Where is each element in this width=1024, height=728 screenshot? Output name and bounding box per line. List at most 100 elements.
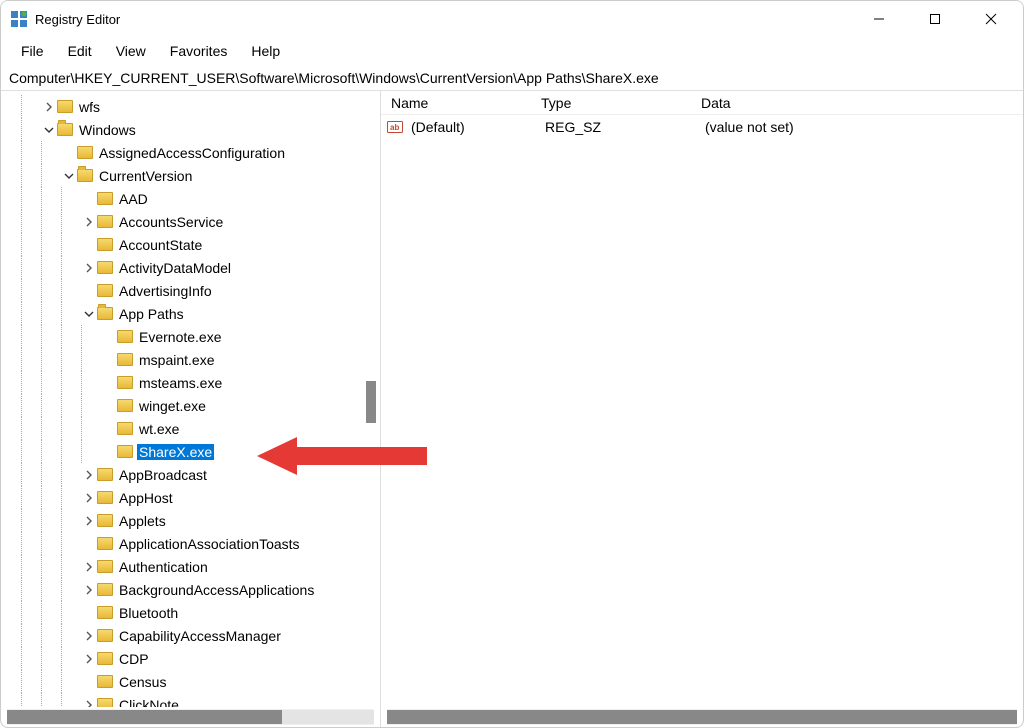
tree-node[interactable]: AdvertisingInfo bbox=[1, 279, 380, 302]
tree-view[interactable]: wfs Windows AssignedAccessConfiguration Cur… bbox=[1, 91, 380, 707]
caret-none bbox=[101, 352, 117, 368]
tree-node-label[interactable]: Census bbox=[117, 674, 168, 690]
tree-node-label[interactable]: Evernote.exe bbox=[137, 329, 224, 345]
tree-node-label[interactable]: Applets bbox=[117, 513, 168, 529]
tree-node-label[interactable]: ShareX.exe bbox=[137, 444, 214, 460]
tree-node[interactable]: AppHost bbox=[1, 486, 380, 509]
caret-closed-icon[interactable] bbox=[81, 582, 97, 598]
tree-node[interactable]: AccountsService bbox=[1, 210, 380, 233]
tree-node-label[interactable]: CDP bbox=[117, 651, 151, 667]
tree-node[interactable]: Census bbox=[1, 670, 380, 693]
tree-node-label[interactable]: ApplicationAssociationToasts bbox=[117, 536, 302, 552]
folder-icon bbox=[97, 215, 113, 228]
tree-node-label[interactable]: CapabilityAccessManager bbox=[117, 628, 283, 644]
tree-node-label[interactable]: Authentication bbox=[117, 559, 210, 575]
caret-none bbox=[81, 237, 97, 253]
tree-node-label[interactable]: wt.exe bbox=[137, 421, 181, 437]
tree-node[interactable]: ShareX.exe bbox=[1, 440, 380, 463]
tree-node[interactable]: AAD bbox=[1, 187, 380, 210]
tree-node-label[interactable]: AccountsService bbox=[117, 214, 225, 230]
tree-node-label[interactable]: AppHost bbox=[117, 490, 175, 506]
tree-node[interactable]: App Paths bbox=[1, 302, 380, 325]
value-hscrollbar[interactable] bbox=[387, 709, 1017, 725]
col-type[interactable]: Type bbox=[537, 95, 697, 111]
tree-hscrollbar[interactable] bbox=[7, 709, 374, 725]
tree-node[interactable]: ActivityDataModel bbox=[1, 256, 380, 279]
value-list[interactable]: ab (Default) REG_SZ (value not set) bbox=[381, 115, 1023, 707]
caret-closed-icon[interactable] bbox=[41, 99, 57, 115]
tree-node-label[interactable]: Windows bbox=[77, 122, 138, 138]
caret-closed-icon[interactable] bbox=[81, 467, 97, 483]
tree-node[interactable]: wt.exe bbox=[1, 417, 380, 440]
tree-node-label[interactable]: AssignedAccessConfiguration bbox=[97, 145, 287, 161]
maximize-button[interactable] bbox=[907, 1, 963, 37]
folder-icon bbox=[97, 514, 113, 527]
tree-node-label[interactable]: AppBroadcast bbox=[117, 467, 209, 483]
folder-icon bbox=[117, 376, 133, 389]
tree-node-label[interactable]: AAD bbox=[117, 191, 150, 207]
caret-open-icon[interactable] bbox=[61, 168, 77, 184]
caret-closed-icon[interactable] bbox=[81, 490, 97, 506]
value-pane: Name Type Data ab (Default) REG_SZ (valu… bbox=[381, 91, 1023, 727]
folder-icon bbox=[97, 537, 113, 550]
menu-help[interactable]: Help bbox=[241, 41, 290, 61]
col-name[interactable]: Name bbox=[387, 95, 537, 111]
caret-closed-icon[interactable] bbox=[81, 651, 97, 667]
tree-node-label[interactable]: ActivityDataModel bbox=[117, 260, 233, 276]
menu-view[interactable]: View bbox=[106, 41, 156, 61]
tree-node-label[interactable]: msteams.exe bbox=[137, 375, 224, 391]
tree-node-label[interactable]: winget.exe bbox=[137, 398, 208, 414]
tree-node-label[interactable]: ClickNote bbox=[117, 697, 181, 708]
tree-node[interactable]: Applets bbox=[1, 509, 380, 532]
caret-closed-icon[interactable] bbox=[81, 260, 97, 276]
tree-node[interactable]: CurrentVersion bbox=[1, 164, 380, 187]
caret-closed-icon[interactable] bbox=[81, 559, 97, 575]
caret-closed-icon[interactable] bbox=[81, 628, 97, 644]
caret-open-icon[interactable] bbox=[41, 122, 57, 138]
tree-node[interactable]: Authentication bbox=[1, 555, 380, 578]
menu-edit[interactable]: Edit bbox=[58, 41, 102, 61]
tree-node-label[interactable]: AdvertisingInfo bbox=[117, 283, 214, 299]
value-row[interactable]: ab (Default) REG_SZ (value not set) bbox=[387, 115, 1023, 139]
tree-node[interactable]: msteams.exe bbox=[1, 371, 380, 394]
address-bar[interactable]: Computer\HKEY_CURRENT_USER\Software\Micr… bbox=[1, 65, 1023, 91]
menu-favorites[interactable]: Favorites bbox=[160, 41, 238, 61]
tree-node[interactable]: ClickNote bbox=[1, 693, 380, 707]
folder-icon bbox=[117, 353, 133, 366]
tree-node-label[interactable]: BackgroundAccessApplications bbox=[117, 582, 316, 598]
tree-node-label[interactable]: CurrentVersion bbox=[97, 168, 194, 184]
tree-node[interactable]: AppBroadcast bbox=[1, 463, 380, 486]
caret-closed-icon[interactable] bbox=[81, 697, 97, 708]
tree-node[interactable]: AccountState bbox=[1, 233, 380, 256]
tree-node[interactable]: CDP bbox=[1, 647, 380, 670]
folder-icon bbox=[97, 261, 113, 274]
caret-closed-icon[interactable] bbox=[81, 513, 97, 529]
close-button[interactable] bbox=[963, 1, 1019, 37]
caret-none bbox=[81, 283, 97, 299]
tree-node-label[interactable]: wfs bbox=[77, 99, 102, 115]
tree-node[interactable]: Windows bbox=[1, 118, 380, 141]
tree-node[interactable]: ApplicationAssociationToasts bbox=[1, 532, 380, 555]
tree-node-label[interactable]: App Paths bbox=[117, 306, 186, 322]
tree-node-label[interactable]: mspaint.exe bbox=[137, 352, 216, 368]
menu-file[interactable]: File bbox=[11, 41, 54, 61]
title-bar[interactable]: Registry Editor bbox=[1, 1, 1023, 37]
caret-none bbox=[81, 191, 97, 207]
col-data[interactable]: Data bbox=[697, 95, 1023, 111]
folder-icon bbox=[77, 169, 93, 182]
tree-node[interactable]: AssignedAccessConfiguration bbox=[1, 141, 380, 164]
tree-node[interactable]: CapabilityAccessManager bbox=[1, 624, 380, 647]
tree-node-label[interactable]: AccountState bbox=[117, 237, 204, 253]
tree-node[interactable]: Bluetooth bbox=[1, 601, 380, 624]
caret-closed-icon[interactable] bbox=[81, 214, 97, 230]
splitter-handle[interactable] bbox=[366, 381, 376, 423]
caret-open-icon[interactable] bbox=[81, 306, 97, 322]
tree-node[interactable]: mspaint.exe bbox=[1, 348, 380, 371]
minimize-button[interactable] bbox=[851, 1, 907, 37]
tree-node[interactable]: winget.exe bbox=[1, 394, 380, 417]
column-headers[interactable]: Name Type Data bbox=[381, 91, 1023, 115]
tree-node[interactable]: wfs bbox=[1, 95, 380, 118]
tree-node[interactable]: Evernote.exe bbox=[1, 325, 380, 348]
tree-node-label[interactable]: Bluetooth bbox=[117, 605, 180, 621]
tree-node[interactable]: BackgroundAccessApplications bbox=[1, 578, 380, 601]
